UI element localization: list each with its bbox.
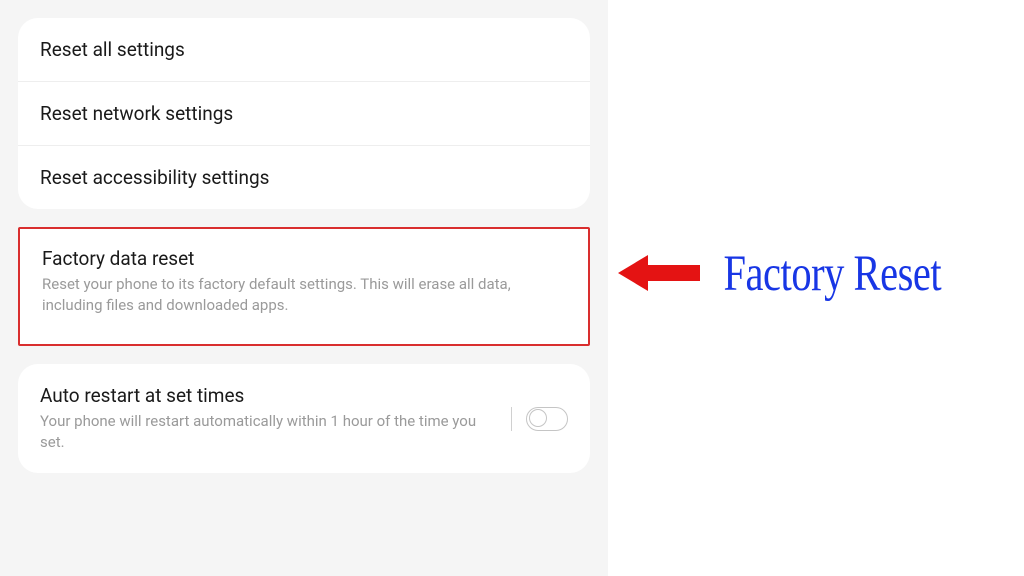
auto-restart-text: Auto restart at set times Your phone wil… xyxy=(40,384,511,453)
auto-restart-row: Auto restart at set times Your phone wil… xyxy=(40,384,568,453)
toggle-wrapper xyxy=(511,407,568,431)
annotation-label: Factory Reset xyxy=(723,244,941,303)
annotation-panel: Factory Reset xyxy=(608,0,1024,561)
reset-network-settings-title: Reset network settings xyxy=(40,102,568,125)
auto-restart-title: Auto restart at set times xyxy=(40,384,491,407)
reset-all-settings-item[interactable]: Reset all settings xyxy=(18,18,590,82)
phone-settings-panel: Reset all settings Reset network setting… xyxy=(0,0,608,576)
auto-restart-card: Auto restart at set times Your phone wil… xyxy=(18,364,590,473)
auto-restart-item[interactable]: Auto restart at set times Your phone wil… xyxy=(18,364,590,473)
reset-options-card: Reset all settings Reset network setting… xyxy=(18,18,590,209)
reset-network-settings-item[interactable]: Reset network settings xyxy=(18,82,590,146)
toggle-divider xyxy=(511,407,512,431)
factory-data-reset-item[interactable]: Factory data reset Reset your phone to i… xyxy=(20,229,588,344)
auto-restart-desc: Your phone will restart automatically wi… xyxy=(40,411,491,453)
reset-accessibility-settings-title: Reset accessibility settings xyxy=(40,166,568,189)
auto-restart-toggle[interactable] xyxy=(526,407,568,431)
toggle-knob xyxy=(529,409,547,427)
reset-all-settings-title: Reset all settings xyxy=(40,38,568,61)
factory-data-reset-title: Factory data reset xyxy=(42,247,566,270)
factory-data-reset-desc: Reset your phone to its factory default … xyxy=(42,274,566,316)
factory-reset-card-highlighted: Factory data reset Reset your phone to i… xyxy=(18,227,590,346)
reset-accessibility-settings-item[interactable]: Reset accessibility settings xyxy=(18,146,590,209)
arrow-left-icon xyxy=(618,249,700,297)
main-container: Reset all settings Reset network setting… xyxy=(0,0,1024,576)
